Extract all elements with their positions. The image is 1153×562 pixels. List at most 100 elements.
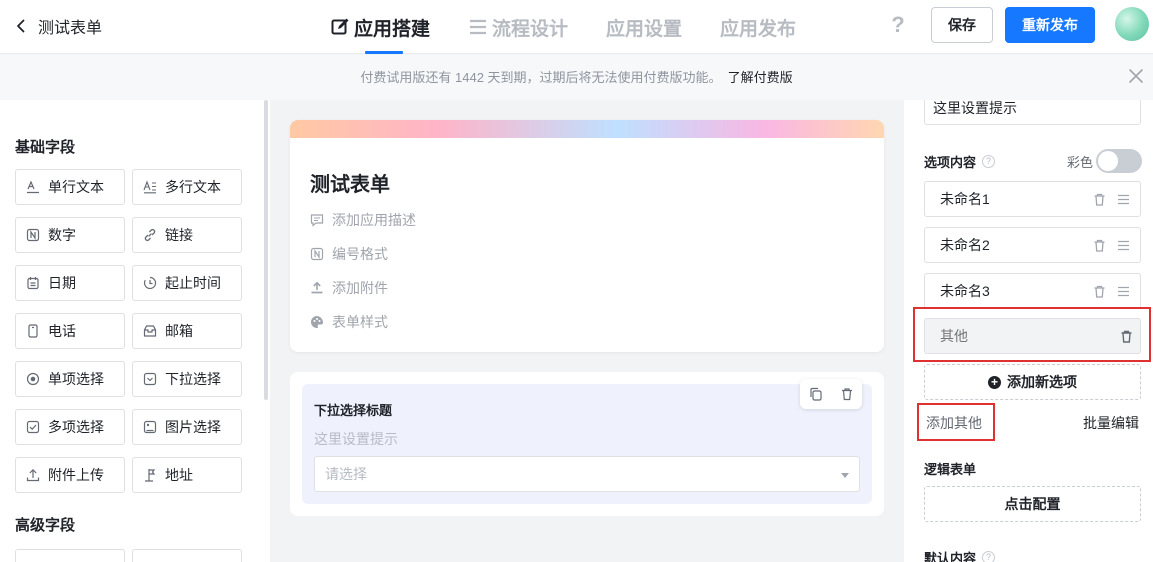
republish-button[interactable]: 重新发布 <box>1005 7 1095 43</box>
field-multi-select[interactable]: 多项选择 <box>15 409 125 445</box>
meta-label: 编号格式 <box>332 246 388 262</box>
learn-paid-link[interactable]: 了解付费版 <box>728 70 793 85</box>
scrollbar[interactable] <box>264 100 268 400</box>
phone-icon <box>28 324 38 338</box>
multi-line-text-icon <box>143 180 156 194</box>
form-cover-banner[interactable] <box>290 120 884 138</box>
field-link[interactable]: 链接 <box>132 217 242 253</box>
help-icon[interactable]: ? <box>982 551 996 562</box>
meta-label: 添加附件 <box>332 280 388 296</box>
meta-label: 表单样式 <box>332 314 388 330</box>
tab-label: 应用设置 <box>606 18 683 40</box>
trash-icon[interactable] <box>1093 239 1106 252</box>
field-single-line-text[interactable]: 单行文本 <box>15 169 125 205</box>
field-label: 图片选择 <box>165 419 221 435</box>
tab-app-settings[interactable]: 应用设置 <box>606 0 682 54</box>
color-label: 彩色 <box>1067 155 1094 170</box>
tab-label: 应用搭建 <box>354 18 431 40</box>
close-icon[interactable] <box>1127 67 1145 85</box>
field-advanced-item[interactable] <box>132 549 242 562</box>
hint-input[interactable]: 这里设置提示 <box>924 100 1141 125</box>
option-item <box>924 181 1141 217</box>
option-input[interactable] <box>926 229 1076 261</box>
trash-icon[interactable] <box>1093 193 1106 206</box>
back-button[interactable]: 测试表单 <box>14 14 110 38</box>
link-icon <box>144 228 156 242</box>
batch-edit-link[interactable]: 批量编辑 <box>1083 413 1139 433</box>
location-icon <box>145 469 156 482</box>
field-address[interactable]: 地址 <box>132 457 242 493</box>
field-email[interactable]: 邮箱 <box>132 313 242 349</box>
field-phone[interactable]: 电话 <box>15 313 125 349</box>
field-number[interactable]: 数字 <box>15 217 125 253</box>
field-single-select[interactable]: 单项选择 <box>15 361 125 397</box>
form-header-card: 测试表单 添加应用描述 编号格式 添加附件 表单样式 <box>290 120 884 352</box>
field-title: 下拉选择标题 <box>314 403 393 418</box>
option-input[interactable] <box>926 183 1076 215</box>
other-option-input[interactable] <box>926 320 1076 352</box>
add-attachment-action[interactable]: 添加附件 <box>310 278 388 298</box>
field-image-select[interactable]: 图片选择 <box>132 409 242 445</box>
field-attachment-upload[interactable]: 附件上传 <box>15 457 125 493</box>
field-label: 邮箱 <box>165 323 193 339</box>
form-style-action[interactable]: 表单样式 <box>310 312 388 332</box>
time-range-icon <box>144 276 157 290</box>
advanced-fields-title: 高级字段 <box>15 517 76 534</box>
configure-button[interactable]: 点击配置 <box>924 486 1141 522</box>
dropdown-field-widget[interactable]: 下拉选择标题 这里设置提示 请选择 <box>302 379 872 504</box>
field-dropdown-select[interactable]: 下拉选择 <box>132 361 242 397</box>
field-label: 日期 <box>48 275 76 291</box>
meta-label: 添加应用描述 <box>332 212 416 228</box>
field-date[interactable]: 日期 <box>15 265 125 301</box>
tab-workflow-design[interactable]: 流程设计 <box>468 0 568 54</box>
trash-icon[interactable] <box>1093 285 1106 298</box>
add-other-link[interactable]: 添加其他 <box>926 413 982 433</box>
form-canvas: 测试表单 添加应用描述 编号格式 添加附件 表单样式 下拉选择标题 这里设置提示… <box>270 100 903 562</box>
main-tabs: 应用搭建 流程设计 应用设置 应用发布 <box>330 0 796 54</box>
tab-app-build[interactable]: 应用搭建 <box>330 0 430 54</box>
drag-handle-icon[interactable] <box>1117 285 1130 298</box>
option-item <box>924 273 1141 309</box>
trial-banner-text: 付费试用版还有 1442 天到期，过期后将无法使用付费版功能。 <box>360 70 722 85</box>
field-toolbar <box>800 379 862 409</box>
add-description-action[interactable]: 添加应用描述 <box>310 210 416 230</box>
upload-icon <box>311 281 323 294</box>
field-label: 地址 <box>165 467 193 483</box>
trash-icon[interactable] <box>840 387 854 401</box>
upload-icon <box>26 468 40 482</box>
option-item <box>924 227 1141 263</box>
plus-circle-icon: + <box>988 375 1001 389</box>
number-format-action[interactable]: 编号格式 <box>310 244 388 264</box>
help-icon[interactable]: ? <box>887 12 909 38</box>
tab-label: 流程设计 <box>492 18 569 40</box>
form-field-card: 下拉选择标题 这里设置提示 请选择 <box>290 372 884 516</box>
checkbox-icon <box>26 420 40 434</box>
options-content-label: 选项内容 ? <box>924 152 996 171</box>
help-icon[interactable]: ? <box>982 155 996 168</box>
dropdown-select[interactable]: 请选择 <box>314 456 860 492</box>
trash-icon[interactable] <box>1120 330 1133 343</box>
add-option-button[interactable]: + 添加新选项 <box>924 364 1141 400</box>
app-name: 测试表单 <box>38 20 103 37</box>
drag-handle-icon[interactable] <box>1117 193 1130 206</box>
drag-handle-icon[interactable] <box>1117 239 1130 252</box>
field-label: 数字 <box>48 227 76 243</box>
option-input[interactable] <box>926 275 1076 307</box>
edit-icon <box>331 18 349 35</box>
field-label: 多项选择 <box>48 419 104 435</box>
field-advanced-item[interactable] <box>15 549 125 562</box>
caret-down-icon <box>841 473 849 478</box>
select-placeholder: 请选择 <box>325 466 367 482</box>
copy-icon[interactable] <box>809 387 823 401</box>
field-multi-line-text[interactable]: 多行文本 <box>132 169 242 205</box>
default-content-text: 默认内容 <box>924 551 977 562</box>
logic-form-label: 逻辑表单 <box>924 462 977 477</box>
save-button[interactable]: 保存 <box>931 7 993 43</box>
field-time-range[interactable]: 起止时间 <box>132 265 242 301</box>
tab-app-publish[interactable]: 应用发布 <box>720 0 796 54</box>
radio-icon <box>26 372 40 386</box>
color-toggle[interactable] <box>1096 149 1142 173</box>
top-bar: 测试表单 应用搭建 流程设计 应用设置 应用发布 ? 保存 重新发布 <box>0 0 1153 54</box>
avatar[interactable] <box>1115 7 1149 41</box>
form-title[interactable]: 测试表单 <box>310 168 390 197</box>
